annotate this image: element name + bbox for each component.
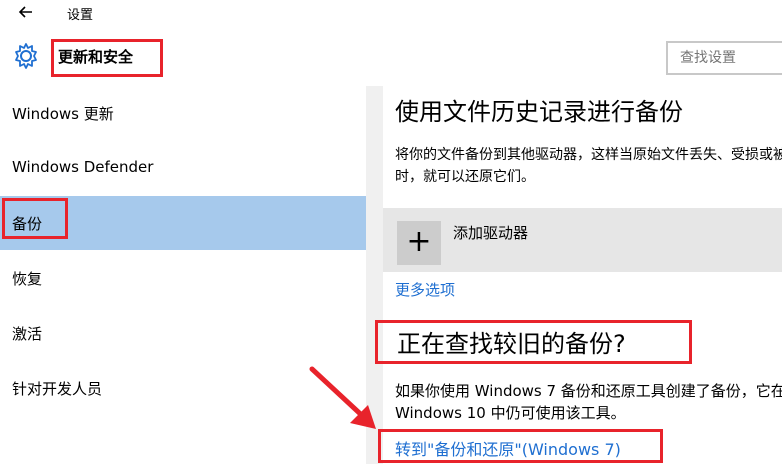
more-options-link[interactable]: 更多选项 bbox=[395, 279, 455, 300]
sidebar-item-label: 恢复 bbox=[12, 270, 43, 288]
restore-link-highlight-box bbox=[378, 429, 663, 463]
plus-icon: + bbox=[397, 221, 441, 265]
sidebar-item-label: 激活 bbox=[12, 325, 43, 343]
red-arrow-icon bbox=[308, 365, 380, 433]
sidebar-item-recovery[interactable]: 恢复 bbox=[0, 251, 366, 305]
search-input[interactable] bbox=[666, 41, 782, 75]
sidebar-item-label: Windows Defender bbox=[12, 158, 154, 176]
sidebar-item-label: 针对开发人员 bbox=[12, 380, 103, 398]
section-title-file-history: 使用文件历史记录进行备份 bbox=[395, 98, 683, 126]
main-content: 使用文件历史记录进行备份 将你的文件备份到其他驱动器，这样当原始文件丢失、受损或… bbox=[383, 86, 782, 464]
older-backup-highlight-box bbox=[375, 320, 692, 364]
back-arrow-icon[interactable] bbox=[16, 2, 36, 22]
add-drive-label: 添加驱动器 bbox=[453, 224, 529, 242]
window-title: 设置 bbox=[67, 8, 94, 23]
backup-highlight-box bbox=[2, 198, 68, 239]
sidebar-item-windows-defender[interactable]: Windows Defender bbox=[0, 141, 366, 195]
sidebar-item-windows-update[interactable]: Windows 更新 bbox=[0, 86, 366, 140]
category-highlight-box bbox=[51, 39, 163, 77]
gear-icon bbox=[12, 42, 40, 70]
section-description: 将你的文件备份到其他驱动器，这样当原始文件丢失、受损或被删除时，就可以还原它们。 bbox=[395, 147, 782, 185]
sidebar-item-label: Windows 更新 bbox=[12, 105, 114, 123]
add-drive-button[interactable] bbox=[383, 208, 782, 272]
older-backup-description: 如果你使用 Windows 7 备份和还原工具创建了备份，它在 Windows … bbox=[395, 382, 782, 422]
sidebar-item-activation[interactable]: 激活 bbox=[0, 306, 366, 360]
title-bar: 设置 bbox=[0, 0, 782, 26]
